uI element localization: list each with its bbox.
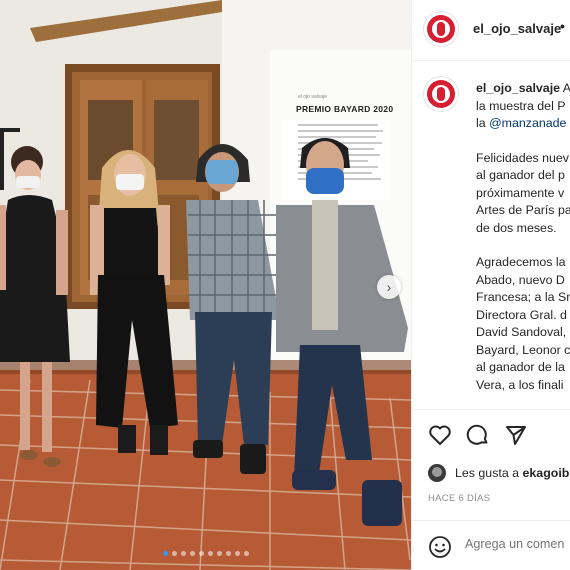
post-timestamp[interactable]: HACE 6 DÍAS — [428, 493, 490, 504]
carousel-dot — [171, 551, 177, 556]
caption-paragraph-gap — [476, 237, 570, 254]
divider — [412, 409, 570, 410]
caption-line: próximamente v — [476, 185, 570, 203]
carousel-dot — [180, 551, 186, 556]
carousel-indicator — [0, 551, 411, 556]
caption-text: Francesa; a la Sra — [476, 290, 570, 304]
smiley-icon[interactable] — [428, 535, 452, 559]
post-photo[interactable]: el ojo salvaje PREMIO BAYARD 2020 › — [0, 0, 411, 570]
poster-title: PREMIO BAYARD 2020 — [296, 104, 394, 114]
caption-line: Artes de París pa — [476, 202, 570, 220]
header-username[interactable]: el_ojo_salvaje — [473, 21, 561, 36]
brand-logo-icon — [427, 15, 455, 43]
divider — [412, 520, 570, 521]
caption-text: A — [560, 81, 570, 95]
header-separator: • — [560, 18, 565, 34]
caption-text: la — [476, 116, 490, 130]
caption-line: Directora Gral. d — [476, 307, 570, 325]
action-bar — [428, 423, 528, 447]
caption-text: al ganador del p — [476, 168, 565, 182]
caption-text: próximamente v — [476, 185, 565, 200]
caption-paragraph-gap — [476, 133, 570, 150]
caption-text: Agradecemos la — [476, 255, 566, 269]
caption-line: Agradecemos la — [476, 254, 570, 272]
carousel-dot — [216, 551, 222, 556]
post-caption: el_ojo_salvaje Ala muestra del P la @manz… — [476, 80, 570, 394]
caption-text: Directora Gral. d — [476, 307, 567, 322]
caption-line: Bayard, Leonor c — [476, 342, 570, 360]
caption-mention[interactable]: @manzanade — [489, 116, 566, 130]
caption-text: de dos meses. — [476, 220, 557, 235]
post-details-panel: el_ojo_salvaje • el_ojo_salvaje Ala mues… — [411, 0, 570, 570]
comment-icon[interactable] — [466, 423, 490, 447]
carousel-dot — [243, 551, 249, 556]
caption-username[interactable]: el_ojo_salvaje — [476, 81, 560, 95]
caption-line: Felicidades nuev — [476, 150, 570, 168]
paper-plane-icon[interactable] — [504, 423, 528, 447]
caption-text: Abado, nuevo D — [476, 272, 565, 287]
caption-text: David Sandoval, — [476, 325, 567, 339]
caption-line: el_ojo_salvaje A — [476, 80, 570, 98]
caption-line: al ganador del p — [476, 167, 570, 185]
carousel-dot — [225, 551, 231, 556]
carousel-dot — [189, 551, 195, 556]
caption-line: David Sandoval, — [476, 324, 570, 342]
comment-input[interactable] — [465, 537, 570, 551]
poster-logo-text: el ojo salvaje — [298, 94, 327, 100]
gallery-scene — [0, 0, 411, 570]
post-header: el_ojo_salvaje • — [412, 0, 570, 61]
liker-avatar[interactable] — [428, 464, 446, 482]
carousel-dot — [234, 551, 240, 556]
avatar[interactable] — [424, 12, 458, 46]
caption-line: la muestra del P — [476, 98, 570, 116]
likes-prefix: Les gusta a — [455, 466, 523, 480]
caption-text: Bayard, Leonor c — [476, 342, 570, 357]
caption-text: Artes de París pa — [476, 203, 570, 217]
caption-text: Vera, a los finali — [476, 377, 564, 392]
carousel-dot — [162, 551, 168, 556]
next-photo-button[interactable]: › — [377, 275, 401, 299]
caption-line: al ganador de la — [476, 359, 570, 377]
carousel-dot — [198, 551, 204, 556]
caption-line: Vera, a los finali — [476, 377, 570, 395]
caption-avatar[interactable] — [424, 77, 458, 111]
carousel-dot — [207, 551, 213, 556]
chevron-right-icon: › — [386, 279, 392, 295]
brand-logo-icon — [427, 80, 455, 108]
caption-text: la muestra del P — [476, 98, 566, 113]
caption-text: Felicidades nuev — [476, 150, 569, 165]
caption-text: al ganador de la — [476, 360, 565, 374]
liker-username[interactable]: ekagoib — [523, 466, 570, 480]
heart-icon[interactable] — [428, 423, 452, 447]
likes-text[interactable]: Les gusta a ekagoib — [455, 466, 569, 480]
caption-line: Francesa; a la Sra — [476, 289, 570, 307]
caption-line: Abado, nuevo D — [476, 272, 570, 290]
caption-line: de dos meses. — [476, 220, 570, 238]
caption-line: la @manzanade — [476, 115, 570, 133]
